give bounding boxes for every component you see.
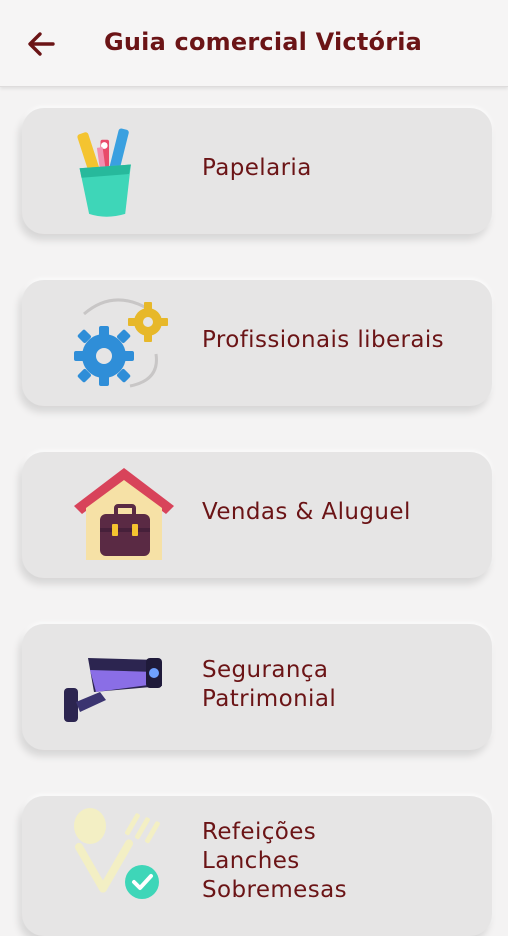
- category-label: Refeições Lanches Sobremesas: [202, 819, 347, 903]
- category-label: Papelaria: [202, 155, 312, 181]
- category-card-vendas-aluguel[interactable]: Vendas & Aluguel: [22, 452, 492, 578]
- category-card-refeicoes[interactable]: Refeições Lanches Sobremesas: [22, 796, 492, 936]
- category-label: Vendas & Aluguel: [202, 499, 411, 525]
- category-label: Segurança Patrimonial: [202, 657, 337, 712]
- category-label: Profissionais liberais: [202, 327, 445, 353]
- category-card-profissionais-liberais[interactable]: Profissionais liberais: [22, 280, 492, 406]
- page-title: Guia comercial Victória: [104, 28, 423, 56]
- app-bar: Guia comercial Victória: [0, 0, 508, 87]
- spoon-fork-icon: [74, 808, 160, 899]
- house-briefcase-icon: [74, 468, 174, 560]
- pencil-cup-icon: [77, 128, 131, 217]
- category-card-papelaria[interactable]: Papelaria: [22, 108, 492, 234]
- gears-icon: [74, 298, 168, 388]
- category-card-seguranca-patrimonial[interactable]: Segurança Patrimonial: [22, 624, 492, 750]
- arrow-left-icon[interactable]: [26, 30, 56, 58]
- security-camera-icon: [64, 658, 162, 722]
